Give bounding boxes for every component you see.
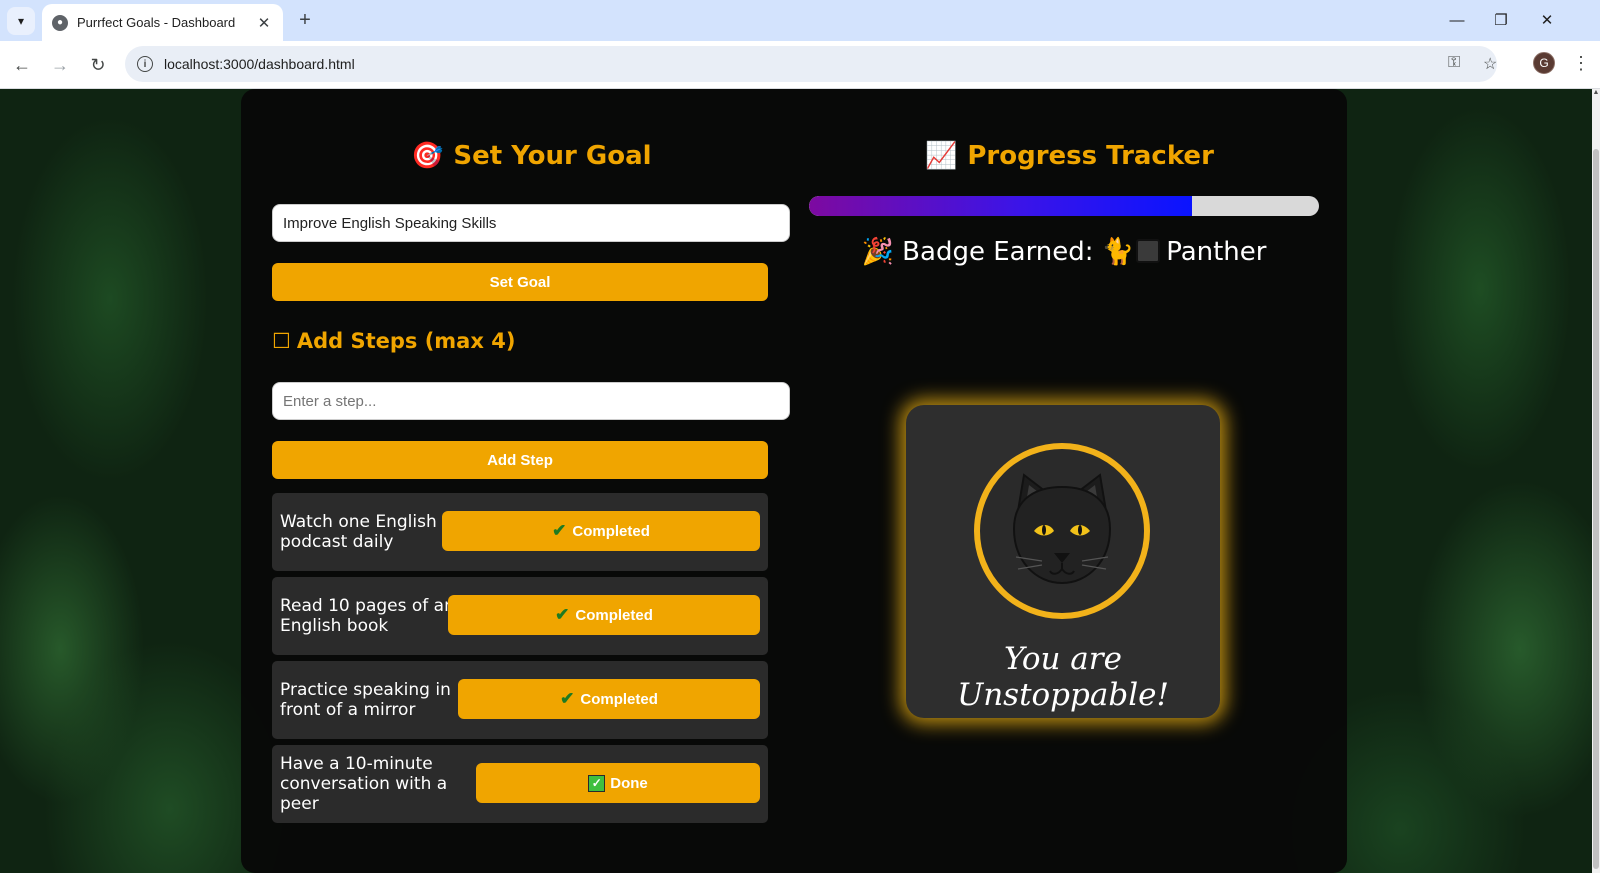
set-goal-heading: 🎯 Set Your Goal	[411, 141, 652, 171]
step-status-button[interactable]: ✔ Completed	[458, 679, 760, 719]
step-status-button[interactable]: ✔ Completed	[442, 511, 760, 551]
page-viewport: 🎯 Set Your Goal Improve English Speaking …	[0, 89, 1592, 873]
step-input[interactable]: Enter a step...	[272, 382, 790, 420]
dashboard-panel: 🎯 Set Your Goal Improve English Speaking …	[241, 89, 1347, 873]
add-step-button[interactable]: Add Step	[272, 441, 768, 479]
browser-tab[interactable]: ● Purrfect Goals - Dashboard ✕	[42, 4, 283, 41]
step-item: Practice speaking in front of a mirror ✔…	[272, 661, 768, 739]
tab-search-button[interactable]: ▾	[7, 7, 35, 35]
minimize-button[interactable]: —	[1442, 6, 1472, 34]
chevron-down-icon: ▾	[17, 14, 25, 28]
badge-caption: You are Unstoppable!	[957, 641, 1169, 713]
badge-label: Badge Earned:	[902, 237, 1094, 267]
forward-button[interactable]: →	[46, 51, 74, 79]
check-mark-icon: ✔	[552, 521, 567, 540]
goal-input[interactable]: Improve English Speaking Skills	[272, 204, 790, 242]
badge-card: You are Unstoppable!	[906, 405, 1220, 718]
url-text: localhost:3000/dashboard.html	[164, 56, 355, 72]
browser-menu-icon[interactable]: ⋮	[1572, 53, 1590, 74]
target-icon: 🎯	[411, 141, 444, 171]
globe-icon: ●	[52, 14, 68, 31]
step-text: Have a 10-minute conversation with a pee…	[280, 754, 448, 814]
scroll-up-arrow-icon[interactable]: ▲	[1592, 89, 1600, 99]
address-bar[interactable]: i localhost:3000/dashboard.html	[125, 46, 1497, 82]
step-status-button[interactable]: ✓ Done	[476, 763, 760, 803]
step-text: Practice speaking in front of a mirror	[280, 680, 451, 720]
chart-increasing-icon: 📈	[925, 141, 958, 171]
set-goal-button[interactable]: Set Goal	[272, 263, 768, 301]
step-item: Watch one English podcast daily ✔ Complet…	[272, 493, 768, 571]
reload-button[interactable]: ↻	[84, 51, 112, 79]
badge-earned-line: 🎉 Badge Earned: 🐈 Panther	[809, 237, 1319, 267]
step-item: Have a 10-minute conversation with a pee…	[272, 745, 768, 823]
check-mark-icon: ✔	[555, 605, 570, 624]
checkbox-icon: ☐	[272, 329, 291, 353]
profile-avatar[interactable]: G	[1533, 52, 1555, 74]
close-window-button[interactable]: ✕	[1532, 6, 1562, 34]
password-key-icon[interactable]: ⚿	[1448, 54, 1460, 72]
add-steps-heading: ☐ Add Steps (max 4)	[272, 329, 516, 353]
site-info-icon[interactable]: i	[137, 56, 153, 72]
check-mark-icon: ✔	[560, 689, 575, 708]
progress-tracker-heading: 📈 Progress Tracker	[925, 141, 1214, 171]
step-item: Read 10 pages of an English book ✔ Comple…	[272, 577, 768, 655]
checkbox-checked-icon: ✓	[588, 774, 606, 792]
new-tab-button[interactable]: +	[293, 8, 317, 32]
scrollbar-thumb[interactable]	[1593, 149, 1599, 869]
step-status-button[interactable]: ✔ Completed	[448, 595, 760, 635]
step-text: Read 10 pages of an English book	[280, 596, 455, 636]
back-button[interactable]: ←	[8, 51, 36, 79]
panther-badge-image	[974, 443, 1150, 619]
progress-bar	[809, 196, 1319, 216]
browser-toolbar: ← → ↻ i localhost:3000/dashboard.html ⚿ …	[0, 41, 1600, 89]
page-scrollbar[interactable]: ▲	[1592, 89, 1600, 873]
black-square-icon	[1136, 239, 1161, 263]
restore-button[interactable]: ❐	[1486, 6, 1516, 34]
panther-icon	[1012, 473, 1112, 585]
tab-bar: ▾ ● Purrfect Goals - Dashboard ✕ + — ❐ ✕	[0, 0, 1600, 41]
step-text: Watch one English podcast daily	[280, 512, 437, 552]
badge-name: Panther	[1166, 237, 1267, 267]
bookmark-star-icon[interactable]: ☆	[1483, 54, 1497, 74]
party-popper-icon: 🎉	[861, 237, 894, 267]
cat-icon: 🐈	[1101, 237, 1135, 267]
close-tab-icon[interactable]: ✕	[255, 14, 273, 32]
tab-title: Purrfect Goals - Dashboard	[77, 15, 236, 30]
progress-bar-fill	[809, 196, 1192, 216]
